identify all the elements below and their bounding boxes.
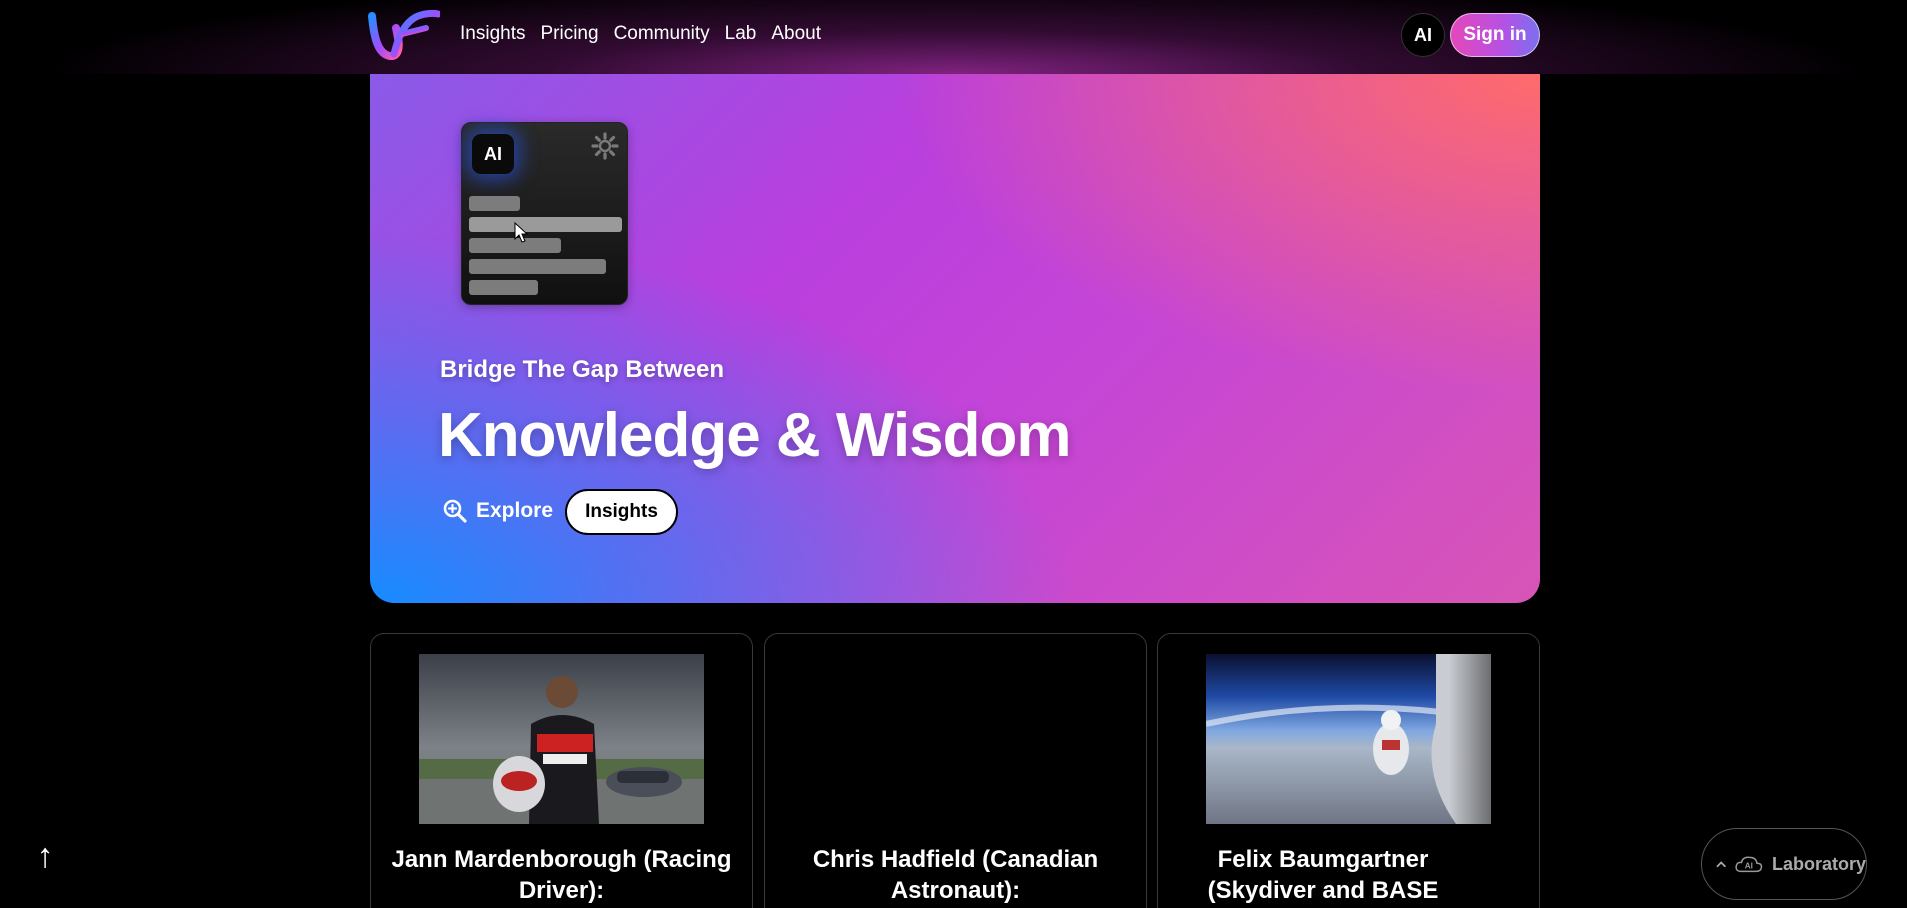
explore-link[interactable]: Explore: [442, 494, 553, 528]
main-nav: Insights Pricing Community Lab About: [460, 21, 821, 47]
top-navigation-bar: Insights Pricing Community Lab About AI …: [0, 0, 1907, 74]
insights-button[interactable]: Insights: [565, 489, 678, 535]
profile-card[interactable]: Jann Mardenborough (Racing Driver):: [370, 633, 753, 908]
laboratory-label: Laboratory: [1771, 853, 1866, 874]
nav-about[interactable]: About: [771, 21, 821, 47]
chevron-up-icon: [1716, 861, 1726, 868]
carousel-edge-fade: [1449, 634, 1539, 908]
sign-in-button[interactable]: Sign in: [1450, 13, 1540, 57]
racing-driver-photo: [419, 654, 704, 824]
ai-panel-illustration: AI: [461, 122, 628, 305]
ai-assistant-button[interactable]: AI: [1401, 13, 1445, 57]
search-zoom-icon: [443, 499, 467, 523]
hero-subtitle: Bridge The Gap Between: [440, 356, 725, 383]
cursor-icon: [514, 222, 529, 243]
mock-bar: [469, 259, 606, 274]
nav-lab[interactable]: Lab: [725, 21, 757, 47]
mock-bar-highlighted: [469, 217, 622, 232]
nav-community[interactable]: Community: [614, 21, 710, 47]
profile-card[interactable]: Chris Hadfield (Canadian Astronaut):: [764, 633, 1147, 908]
nav-insights[interactable]: Insights: [460, 21, 525, 47]
card-title: Felix Baumgartner (Skydiver and BASE jum…: [1207, 846, 1439, 904]
laboratory-toggle[interactable]: AI Laboratory: [1701, 828, 1867, 900]
profile-card[interactable]: Felix Baumgartner (Skydiver and BASE jum…: [1157, 633, 1540, 908]
svg-text:AI: AI: [1745, 861, 1753, 870]
nav-pricing[interactable]: Pricing: [540, 21, 598, 47]
gear-icon: [591, 132, 619, 160]
hero-title: Knowledge & Wisdom: [438, 401, 1071, 470]
scroll-to-top-arrow-icon[interactable]: ↑: [32, 836, 58, 876]
card-title: Chris Hadfield (Canadian Astronaut):: [812, 846, 1099, 904]
mock-bar: [469, 196, 520, 211]
explore-label: Explore: [476, 499, 554, 522]
mock-ai-icon: AI: [472, 134, 514, 174]
card-title: Jann Mardenborough (Racing Driver):: [391, 846, 732, 904]
uf-logo[interactable]: [368, 8, 440, 60]
hero-banner: AI Bridge The Gap Between Knowledge & Wi…: [370, 74, 1540, 603]
ai-cloud-icon: AI: [1735, 856, 1763, 873]
mock-bar: [469, 280, 538, 295]
